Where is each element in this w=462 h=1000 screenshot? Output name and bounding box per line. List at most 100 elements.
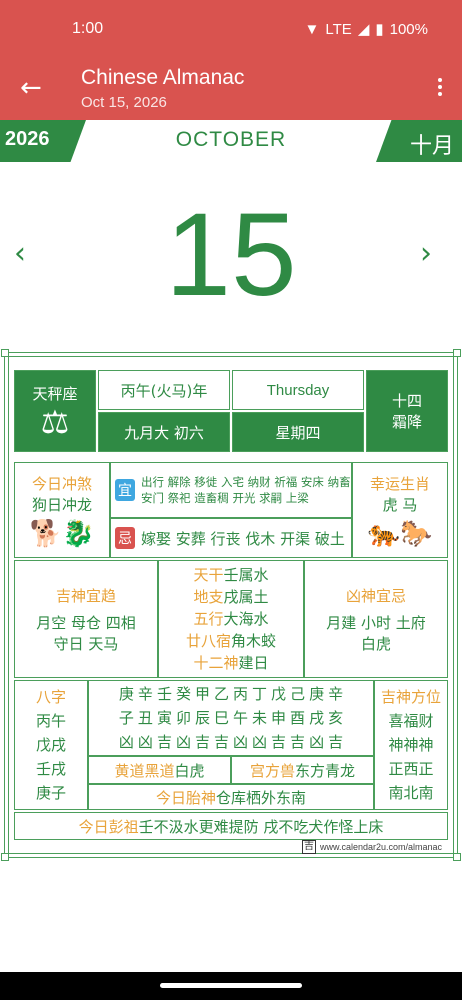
- bazi-year: 丙午: [35, 712, 66, 730]
- tiangan-row: 天干壬属水: [193, 566, 269, 584]
- gongfang-box: 宫方兽 东方青龙: [231, 756, 374, 784]
- hour-luck-9: 吉: [290, 733, 306, 751]
- yi-text: 出行 解除 移徙 入宅 纳财 祈福 安床 纳畜 安门 祭祀 造畜稠 开光 求嗣 …: [141, 475, 351, 505]
- hour-branch-10: 戌: [309, 709, 325, 727]
- directions-row-3: 正西正: [388, 760, 434, 778]
- hour-luck-4: 吉: [194, 733, 210, 751]
- solar-term-box: 十四 霜降: [366, 370, 448, 452]
- mansion-row: 廿八宿角木蛟: [185, 632, 277, 650]
- bazi-title: 八字: [35, 688, 66, 706]
- hour-luck-10: 凶: [309, 733, 325, 751]
- status-time: 1:00: [72, 20, 104, 37]
- hour-luck-2: 吉: [156, 733, 172, 751]
- hour-luck-8: 吉: [271, 733, 287, 751]
- overflow-menu-icon[interactable]: [436, 76, 444, 100]
- hour-stem-8: 戊: [271, 685, 287, 703]
- hour-branches-row: 子丑寅卯辰巳午未申酉戌亥: [117, 706, 345, 730]
- hour-branch-6: 午: [233, 709, 249, 727]
- hour-luck-3: 凶: [175, 733, 191, 751]
- bazi-hour: 庚子: [35, 784, 66, 802]
- hour-luck-11: 吉: [328, 733, 344, 751]
- huangdao-value: 白虎: [174, 761, 205, 780]
- solar-term-day: 十四: [391, 392, 422, 410]
- taishen-label: 今日胎神: [155, 788, 216, 807]
- hours-grid: 庚辛壬癸甲乙丙丁戊己庚辛 子丑寅卯辰巳午未申酉戌亥 凶凶吉凶吉吉凶凶吉吉凶吉: [88, 680, 374, 756]
- clash-title: 今日冲煞: [31, 475, 92, 493]
- hour-stem-5: 乙: [213, 685, 229, 703]
- lucky-zodiac-value: 虎 马: [382, 496, 418, 514]
- hour-branch-1: 丑: [137, 709, 153, 727]
- lunar-date-box: 九月大 初六: [98, 412, 230, 452]
- hour-branch-4: 辰: [194, 709, 210, 727]
- libra-scale-icon: ⚖: [40, 402, 70, 441]
- directions-row-1: 喜福财: [388, 712, 434, 730]
- directions-row-4: 南北南: [388, 784, 434, 802]
- directions-box: 吉神方位 喜福财 神神神 正西正 南北南: [374, 680, 448, 810]
- good-spirits-box: 吉神宜趋 月空 母仓 四相 守日 天马: [14, 560, 158, 678]
- directions-row-2: 神神神: [388, 736, 434, 754]
- twelve-gods-row: 十二神建日: [193, 654, 269, 672]
- footer-link[interactable]: 吉 www.calendar2u.com/almanac: [302, 840, 442, 854]
- battery-icon: ▮: [375, 21, 384, 38]
- ji-badge: 忌: [115, 527, 135, 549]
- calendar2u-logo: 吉: [302, 840, 316, 854]
- hour-stem-4: 甲: [194, 685, 210, 703]
- footer-url[interactable]: www.calendar2u.com/almanac: [320, 842, 442, 852]
- lucky-zodiac-title: 幸运生肖: [369, 475, 430, 493]
- zodiac-sign: 天秤座: [32, 384, 78, 403]
- bad-spirits-title: 凶神宜忌: [345, 586, 406, 605]
- day-number: 15: [165, 189, 297, 321]
- hour-branch-11: 亥: [328, 709, 344, 727]
- ganzhi-year-box: 丙午(火马)年: [98, 370, 230, 410]
- network-type: LTE: [325, 20, 352, 38]
- bazi-day: 壬戌: [35, 760, 66, 778]
- yi-badge: 宜: [115, 479, 135, 501]
- good-spirits-line-2: 守日 天马: [53, 634, 119, 653]
- bazi-box: 八字 丙午 戊戌 壬戌 庚子: [14, 680, 88, 810]
- dizhi-row: 地支戌属土: [193, 588, 269, 606]
- hour-stem-9: 己: [290, 685, 306, 703]
- ji-row: 忌 嫁娶 安葬 行丧 伐木 开渠 破土: [110, 518, 352, 558]
- pengzu-value: 壬不汲水更难提防 戌不吃犬作怪上床: [138, 817, 384, 836]
- directions-title: 吉神方位: [380, 688, 441, 706]
- hour-luck-1: 凶: [137, 733, 153, 751]
- hour-branch-0: 子: [118, 709, 134, 727]
- hour-stem-10: 庚: [309, 685, 325, 703]
- bad-spirits-box: 凶神宜忌 月建 小时 土府 白虎: [304, 560, 448, 678]
- hour-stem-1: 辛: [137, 685, 153, 703]
- hour-stem-11: 辛: [328, 685, 344, 703]
- wuxing-row: 五行大海水: [193, 610, 269, 628]
- status-bar: 1:00 ▼ LTE ◢ ▮ 100%: [0, 0, 462, 60]
- lucky-zodiac-box: 幸运生肖 虎 马 🐅🐎: [352, 462, 448, 558]
- hour-stem-3: 癸: [175, 685, 191, 703]
- bazi-month: 戊戌: [35, 736, 66, 754]
- hour-stem-7: 丁: [252, 685, 268, 703]
- huangdao-label: 黄道黑道: [114, 761, 175, 780]
- good-spirits-title: 吉神宜趋: [55, 586, 116, 605]
- home-indicator[interactable]: [160, 983, 302, 988]
- gongfang-value: 东方青龙: [295, 761, 356, 780]
- hour-branch-9: 酉: [290, 709, 306, 727]
- hour-branch-3: 卯: [175, 709, 191, 727]
- weekday-en: Thursday: [266, 381, 330, 399]
- ganzhi-year: 丙午(火马)年: [120, 381, 208, 400]
- hour-stems-row: 庚辛壬癸甲乙丙丁戊己庚辛: [117, 682, 345, 706]
- back-arrow-icon[interactable]: ←: [20, 75, 44, 101]
- taishen-box: 今日胎神 仓库栖外东南: [88, 784, 374, 810]
- tiger-horse-icon: 🐅🐎: [367, 519, 433, 549]
- pengzu-box: 今日彭祖 壬不汲水更难提防 戌不吃犬作怪上床: [14, 812, 448, 840]
- hour-branch-2: 寅: [156, 709, 172, 727]
- dog-dragon-icon: 🐕🐉: [29, 519, 95, 549]
- ji-text: 嫁娶 安葬 行丧 伐木 开渠 破土: [141, 529, 345, 548]
- app-bar: ← Chinese Almanac Oct 15, 2026: [0, 60, 462, 120]
- battery-level: 100%: [389, 20, 428, 38]
- gongfang-label: 宫方兽: [249, 761, 295, 780]
- hour-luck-6: 凶: [233, 733, 249, 751]
- status-icons: ▼ LTE ◢ ▮ 100%: [305, 20, 428, 39]
- navigation-bar: [0, 972, 462, 1000]
- hour-luck-5: 吉: [213, 733, 229, 751]
- hour-luck-0: 凶: [118, 733, 134, 751]
- clash-value: 狗日冲龙: [31, 496, 92, 514]
- hour-luck-row: 凶凶吉凶吉吉凶凶吉吉凶吉: [117, 730, 345, 754]
- next-day-chevron-icon[interactable]: ›: [420, 239, 444, 269]
